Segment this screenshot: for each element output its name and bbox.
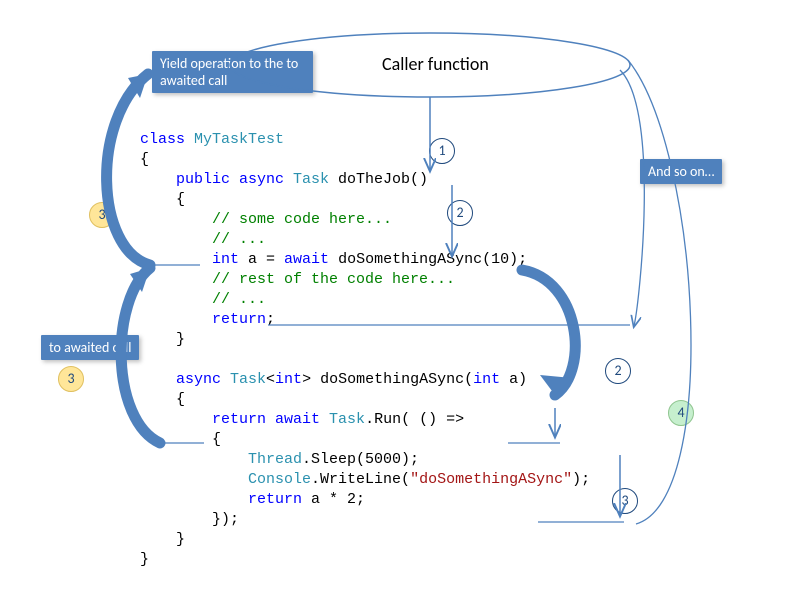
code-brace7: } — [140, 531, 185, 548]
kw-return1: return — [140, 311, 266, 328]
type-mytasktest: MyTaskTest — [185, 131, 284, 148]
string-lit: "doSomethingASync" — [410, 471, 572, 488]
arrow-3-top-head — [128, 74, 148, 98]
comment-4: // ... — [140, 291, 266, 308]
step-2b: 2 — [605, 358, 631, 384]
kw-async2: async — [140, 371, 221, 388]
step-3-yellow-bottom: 3 — [58, 366, 84, 392]
caller-function-label: Caller function — [382, 53, 489, 75]
step-3c: 3 — [612, 488, 638, 514]
callout-andsoon: And so on… — [640, 159, 722, 184]
code-writeline: .WriteLine( — [311, 471, 410, 488]
code-brace2: { — [140, 191, 185, 208]
code-a2: a * 2; — [302, 491, 365, 508]
comment-1: // some code here... — [140, 211, 392, 228]
type-task3: Task — [320, 411, 365, 428]
kw-int3: int — [473, 371, 500, 388]
code-param-a: a) — [500, 371, 527, 388]
code-brace4: { — [140, 391, 185, 408]
arc-andsoon — [620, 70, 644, 326]
step-4: 4 — [668, 400, 694, 426]
comment-3: // rest of the code here... — [140, 271, 455, 288]
code-semi1: ; — [266, 311, 275, 328]
type-task2: Task — [221, 371, 266, 388]
comment-2: // ... — [140, 231, 266, 248]
method-dothejob: doTheJob() — [329, 171, 428, 188]
code-brace8: } — [140, 551, 149, 568]
kw-public: public — [140, 171, 230, 188]
code-sleep: .Sleep(5000); — [302, 451, 419, 468]
kw-return3: return — [140, 491, 302, 508]
code-paren: ); — [572, 471, 590, 488]
callout-yield: Yield operation to the to awaited call — [152, 51, 313, 93]
code-block: class MyTaskTest { public async Task doT… — [140, 130, 590, 570]
type-task1: Task — [284, 171, 329, 188]
code-a-eq: a = — [239, 251, 284, 268]
kw-await1: await — [284, 251, 329, 268]
code-call1: doSomethingASync(10); — [329, 251, 527, 268]
code-lt: < — [266, 371, 275, 388]
callout-awaited: to awaited call — [41, 335, 139, 360]
code-brace: { — [140, 151, 149, 168]
code-brace5: { — [140, 431, 221, 448]
code-run: .Run( () => — [365, 411, 464, 428]
type-console: Console — [140, 471, 311, 488]
kw-await2: await — [266, 411, 320, 428]
kw-class: class — [140, 131, 185, 148]
kw-async1: async — [230, 171, 284, 188]
kw-int1: int — [140, 251, 239, 268]
code-brace3: } — [140, 331, 185, 348]
arc-4 — [628, 60, 691, 524]
kw-return2: return — [140, 411, 266, 428]
code-methodname: > doSomethingASync( — [302, 371, 473, 388]
type-thread: Thread — [140, 451, 302, 468]
kw-int2: int — [275, 371, 302, 388]
code-brace6: }); — [140, 511, 239, 528]
step-3-yellow-top: 3 — [89, 202, 115, 228]
